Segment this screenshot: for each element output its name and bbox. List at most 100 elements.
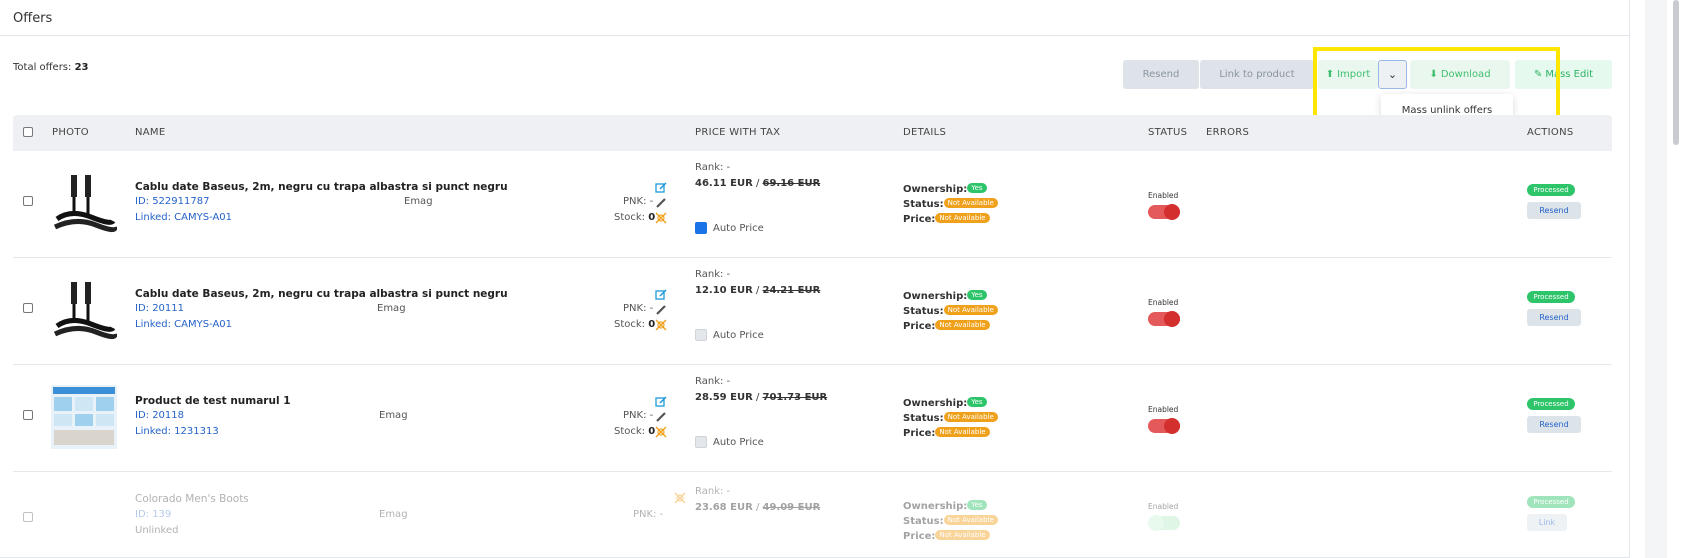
- col-photo: PHOTO: [52, 127, 89, 138]
- col-status: STATUS: [1148, 127, 1188, 138]
- ownership-badge: Yes: [967, 499, 987, 510]
- edit-icon[interactable]: [655, 289, 667, 301]
- price-badge: Not Available: [935, 319, 990, 330]
- status-toggle[interactable]: [1148, 418, 1180, 434]
- unlink-icon[interactable]: [674, 492, 686, 504]
- status-toggle[interactable]: [1148, 515, 1180, 531]
- auto-price-checkbox[interactable]: [695, 329, 707, 341]
- pnk: PNK: -: [623, 303, 654, 314]
- price: 46.11 EUR / 69.16 EUR: [695, 178, 821, 189]
- price-badge: Not Available: [935, 426, 990, 437]
- table-row: Cablu date Baseus, 2m, negru cu trapa al…: [13, 258, 1612, 365]
- linked-product-link[interactable]: Linked: 1231313: [135, 426, 219, 437]
- processed-badge: Processed: [1527, 398, 1575, 410]
- product-id-link[interactable]: ID: 522911787: [135, 196, 209, 207]
- linked-product-link[interactable]: Linked: CAMYS-A01: [135, 319, 232, 330]
- resend-row-button[interactable]: Resend: [1527, 309, 1581, 326]
- pnk: PNK: -: [623, 410, 654, 421]
- enabled-label: Enabled: [1148, 405, 1179, 414]
- enabled-label: Enabled: [1148, 298, 1179, 307]
- select-all-checkbox[interactable]: [23, 127, 33, 137]
- auto-price-checkbox[interactable]: [695, 436, 707, 448]
- page-title: Offers: [0, 0, 1629, 36]
- ownership-badge: Yes: [967, 289, 987, 300]
- pencil-icon[interactable]: [655, 304, 667, 316]
- auto-price-label: Auto Price: [713, 223, 764, 234]
- offers-page: Offers Total offers: 23 Resend Link to p…: [0, 0, 1682, 558]
- unlink-icon[interactable]: [655, 426, 667, 438]
- row-checkbox[interactable]: [23, 196, 33, 206]
- total-offers-label: Total offers:: [13, 62, 72, 73]
- status-badge: Not Available: [943, 411, 998, 422]
- edit-icon[interactable]: [655, 182, 667, 194]
- pencil-icon[interactable]: [655, 411, 667, 423]
- marketplace: Emag: [379, 509, 408, 520]
- link-row-button[interactable]: Link: [1527, 514, 1567, 531]
- auto-price-label: Auto Price: [713, 330, 764, 341]
- edit-icon[interactable]: [655, 396, 667, 408]
- link-to-product-button[interactable]: Link to product: [1200, 60, 1314, 89]
- pencil-icon[interactable]: [655, 197, 667, 209]
- row-checkbox[interactable]: [23, 410, 33, 420]
- table-header: PHOTO NAME PRICE WITH TAX DETAILS STATUS…: [13, 115, 1612, 151]
- product-photo-test: [51, 385, 117, 449]
- status-badge: Not Available: [943, 514, 998, 525]
- product-id-link[interactable]: ID: 20118: [135, 410, 184, 421]
- status-toggle[interactable]: [1148, 311, 1180, 327]
- resend-row-button[interactable]: Resend: [1527, 202, 1581, 219]
- col-price: PRICE WITH TAX: [695, 127, 781, 138]
- stock: Stock: 0: [614, 212, 656, 223]
- stock: Stock: 0: [614, 426, 656, 437]
- product-id-link[interactable]: ID: 139: [135, 509, 171, 520]
- processed-badge: Processed: [1527, 496, 1575, 508]
- unlinked-status: Unlinked: [135, 525, 179, 536]
- table-row: Cablu date Baseus, 2m, negru cu trapa al…: [13, 151, 1612, 258]
- unlink-icon[interactable]: [655, 212, 667, 224]
- linked-product-link[interactable]: Linked: CAMYS-A01: [135, 212, 232, 223]
- status-badge: Not Available: [943, 197, 998, 208]
- ownership-badge: Yes: [967, 182, 987, 193]
- pnk: PNK: -: [633, 509, 664, 520]
- price: 23.68 EUR / 49.09 EUR: [695, 502, 821, 513]
- row-checkbox[interactable]: [23, 303, 33, 313]
- product-name: Product de test numarul 1: [135, 395, 291, 407]
- resend-row-button[interactable]: Resend: [1527, 416, 1581, 433]
- col-details: DETAILS: [903, 127, 947, 138]
- total-offers-count: 23: [74, 62, 89, 73]
- product-id-link[interactable]: ID: 20111: [135, 303, 184, 314]
- marketplace: Emag: [379, 410, 408, 421]
- resend-button[interactable]: Resend: [1123, 60, 1199, 89]
- pnk: PNK: -: [623, 196, 654, 207]
- auto-price-checkbox[interactable]: [695, 222, 707, 234]
- scrollbar-thumb[interactable]: [1673, 0, 1679, 145]
- table-row: Product de test numarul 1 ID: 20118 Link…: [13, 365, 1612, 472]
- ownership-badge: Yes: [967, 396, 987, 407]
- product-name: Cablu date Baseus, 2m, negru cu trapa al…: [135, 288, 508, 300]
- marketplace: Emag: [377, 303, 406, 314]
- price: 12.10 EUR / 24.21 EUR: [695, 285, 821, 296]
- product-name: Cablu date Baseus, 2m, negru cu trapa al…: [135, 181, 508, 193]
- product-photo-cable: [53, 175, 117, 233]
- scrollbar-track[interactable]: [1645, 0, 1667, 558]
- status-badge: Not Available: [943, 304, 998, 315]
- enabled-label: Enabled: [1148, 502, 1179, 511]
- price: 28.59 EUR / 701.73 EUR: [695, 392, 828, 403]
- total-offers: Total offers: 23: [13, 62, 89, 73]
- col-actions: ACTIONS: [1527, 127, 1574, 138]
- marketplace: Emag: [404, 196, 433, 207]
- enabled-label: Enabled: [1148, 191, 1179, 200]
- unlink-icon[interactable]: [655, 319, 667, 331]
- table-row: Colorado Men's Boots ID: 139 Unlinked Em…: [13, 472, 1612, 558]
- row-checkbox[interactable]: [23, 512, 33, 522]
- status-toggle[interactable]: [1148, 204, 1180, 220]
- col-errors: ERRORS: [1206, 127, 1250, 138]
- product-name: Colorado Men's Boots: [135, 493, 249, 505]
- product-photo-cable: [53, 282, 117, 340]
- col-name: NAME: [135, 127, 166, 138]
- processed-badge: Processed: [1527, 291, 1575, 303]
- stock: Stock: 0: [614, 319, 656, 330]
- auto-price-label: Auto Price: [713, 437, 764, 448]
- price-badge: Not Available: [935, 529, 990, 540]
- price-badge: Not Available: [935, 212, 990, 223]
- processed-badge: Processed: [1527, 184, 1575, 196]
